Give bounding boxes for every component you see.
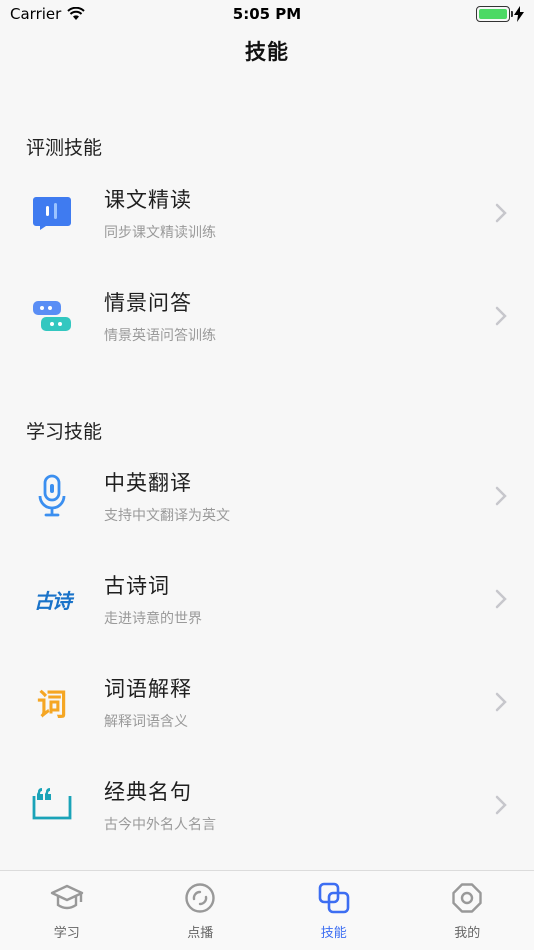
item-subtitle: 古今中外名人名言 bbox=[104, 817, 216, 833]
graduation-cap-icon bbox=[50, 881, 84, 915]
item-title: 词语解释 bbox=[104, 677, 192, 701]
tab-mine[interactable]: 我的 bbox=[401, 871, 534, 950]
poem-glyph: 古诗 bbox=[34, 588, 72, 613]
section-title-evaluation: 评测技能 bbox=[26, 137, 103, 159]
quote-book-icon bbox=[30, 783, 74, 827]
page-title: 技能 bbox=[245, 40, 289, 64]
tab-skills[interactable]: 技能 bbox=[267, 871, 401, 950]
chevron-right-icon bbox=[495, 306, 507, 326]
tab-label: 学习 bbox=[53, 926, 80, 941]
poem-calligraphy-icon: 古诗 bbox=[30, 577, 74, 621]
speech-bubble-icon bbox=[30, 191, 74, 235]
list-item-situational-qa[interactable]: 情景问答 情景英语问答训练 bbox=[0, 268, 534, 364]
status-time: 5:05 PM bbox=[232, 5, 302, 23]
section-title-learning: 学习技能 bbox=[26, 421, 103, 443]
disc-icon bbox=[183, 881, 217, 915]
tab-on-demand[interactable]: 点播 bbox=[134, 871, 268, 950]
tab-bar: 学习 点播 技能 我的 bbox=[0, 870, 534, 950]
tab-label: 技能 bbox=[320, 926, 347, 941]
item-title: 中英翻译 bbox=[104, 471, 192, 495]
tab-label: 我的 bbox=[454, 926, 481, 941]
microphone-icon bbox=[30, 474, 74, 518]
item-subtitle: 解释词语含义 bbox=[104, 714, 188, 730]
list-item-classic-quotes[interactable]: 经典名句 古今中外名人名言 bbox=[0, 757, 534, 853]
word-glyph-icon: 词 bbox=[30, 680, 74, 724]
chevron-right-icon bbox=[495, 692, 507, 712]
chevron-right-icon bbox=[495, 795, 507, 815]
item-title: 课文精读 bbox=[104, 188, 192, 212]
chevron-right-icon bbox=[495, 486, 507, 506]
item-subtitle: 同步课文精读训练 bbox=[104, 225, 216, 241]
chevron-right-icon bbox=[495, 203, 507, 223]
item-subtitle: 情景英语问答训练 bbox=[104, 328, 216, 344]
item-subtitle: 支持中文翻译为英文 bbox=[104, 508, 230, 524]
battery-icon bbox=[476, 6, 513, 22]
list-item-text-reading[interactable]: 课文精读 同步课文精读训练 bbox=[0, 165, 534, 261]
list-item-ancient-poems[interactable]: 古诗 古诗词 走进诗意的世界 bbox=[0, 551, 534, 647]
item-subtitle: 走进诗意的世界 bbox=[104, 611, 202, 627]
chevron-right-icon bbox=[495, 589, 507, 609]
list-item-word-explanation[interactable]: 词 词语解释 解释词语含义 bbox=[0, 654, 534, 750]
item-title: 经典名句 bbox=[104, 780, 192, 804]
word-glyph: 词 bbox=[37, 688, 67, 723]
tab-study[interactable]: 学习 bbox=[0, 871, 134, 950]
status-bar: Carrier 5:05 PM bbox=[0, 0, 534, 28]
profile-octagon-icon bbox=[450, 881, 484, 915]
item-title: 古诗词 bbox=[104, 574, 170, 598]
skills-squares-icon bbox=[317, 881, 351, 915]
list-item-translation[interactable]: 中英翻译 支持中文翻译为英文 bbox=[0, 448, 534, 544]
item-title: 情景问答 bbox=[104, 291, 192, 315]
chat-bubbles-icon bbox=[30, 294, 74, 338]
tab-label: 点播 bbox=[187, 926, 214, 941]
